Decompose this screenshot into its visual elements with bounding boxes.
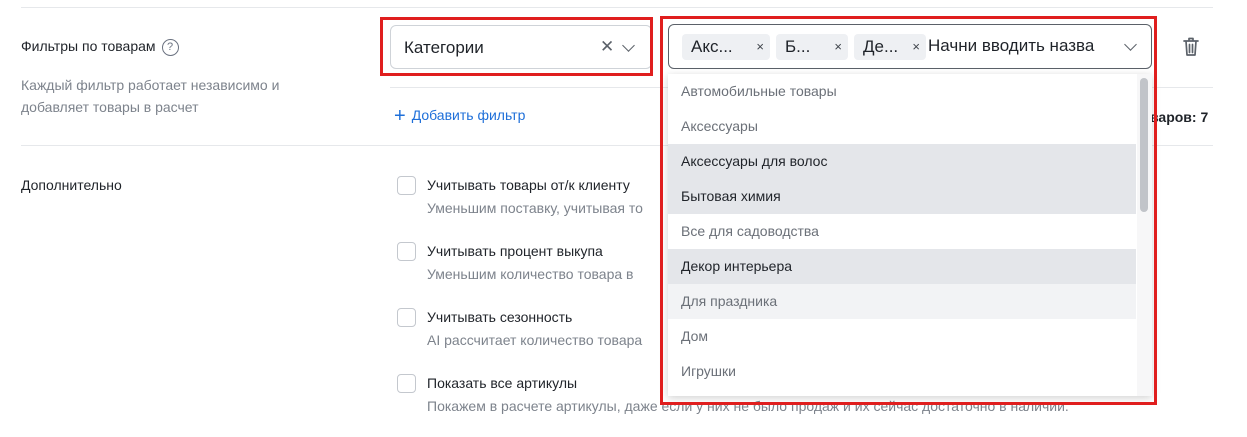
filters-description: Каждый фильтр работает независимо и доба…: [21, 77, 280, 115]
filters-title-text: Фильтры по товарам: [21, 38, 156, 54]
add-filter-button[interactable]: + Добавить фильтр: [394, 105, 526, 127]
option-description: Уменьшим количество товара в: [427, 266, 634, 282]
help-icon[interactable]: ?: [161, 38, 179, 56]
highlight-frame-values: [660, 16, 1157, 405]
top-divider: [21, 7, 1213, 8]
checkbox[interactable]: [397, 242, 416, 261]
option-description: Уменьшим поставку, учитывая то: [427, 200, 643, 216]
checkbox[interactable]: [397, 308, 416, 327]
option-description: AI рассчитает количество товара: [427, 332, 643, 348]
checkbox[interactable]: [397, 374, 416, 393]
option-label: Учитывать сезонность: [427, 309, 573, 325]
checkbox[interactable]: [397, 176, 416, 195]
option-label: Учитывать процент выкупа: [427, 243, 603, 259]
option-label: Учитывать товары от/к клиенту: [427, 177, 630, 193]
option-label: Показать все артикулы: [427, 375, 578, 391]
trash-icon[interactable]: [1181, 36, 1201, 58]
items-count: варов: 7: [1150, 109, 1209, 125]
highlight-frame-filter-type: [380, 17, 653, 76]
additional-title: Дополнительно: [21, 177, 122, 193]
filters-title: Фильтры по товарам?: [21, 38, 179, 56]
plus-icon: +: [394, 105, 406, 127]
add-filter-label: Добавить фильтр: [411, 107, 526, 123]
